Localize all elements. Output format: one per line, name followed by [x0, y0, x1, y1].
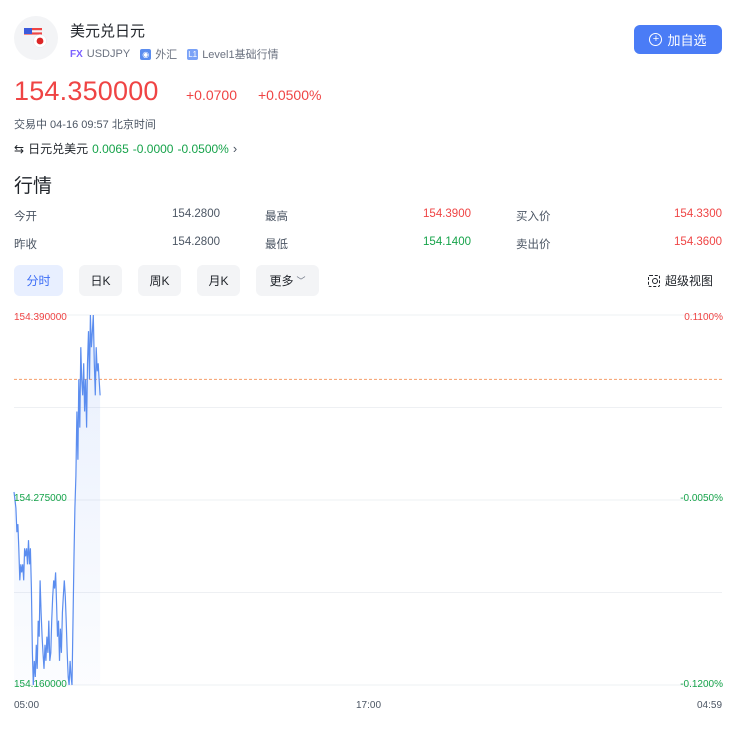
low-value: 154.1400: [423, 236, 471, 248]
y-right-bottom-label: -0.1200%: [680, 679, 723, 690]
y-left-mid-label: 154.275000: [14, 493, 67, 504]
prev-close-label: 昨收: [14, 239, 37, 251]
low-label: 最低: [265, 239, 288, 251]
level-icon: L1: [187, 48, 199, 60]
trading-status: 交易中 04-16 09:57 北京时间: [14, 119, 156, 131]
symbol-code: USDJPY: [86, 48, 131, 60]
chevron-down-icon: ﹀: [296, 276, 306, 286]
super-view-button[interactable]: 超级视图: [648, 272, 713, 289]
chevron-right-icon: ›: [232, 141, 238, 156]
reverse-label: 日元兑美元: [28, 142, 89, 156]
open-label: 今开: [14, 211, 37, 223]
add-watchlist-label: 加自选: [667, 33, 707, 48]
tab-intraday[interactable]: 分时: [14, 265, 63, 296]
high-label: 最高: [265, 211, 288, 223]
y-right-mid-label: -0.0050%: [680, 493, 723, 504]
price-change: +0.0700: [186, 87, 237, 103]
ask-label: 卖出价: [516, 239, 551, 251]
market-section-title: 行情: [14, 176, 53, 197]
reverse-price: 0.0065: [92, 141, 129, 156]
tab-more-label: 更多: [269, 274, 294, 288]
x-mid-label: 17:00: [356, 700, 382, 711]
y-left-top-label: 154.390000: [14, 312, 67, 323]
open-value: 154.2800: [172, 208, 220, 220]
y-left-bottom-label: 154.160000: [14, 679, 67, 690]
last-price: 154.350000: [14, 76, 159, 106]
super-view-label: 超级视图: [665, 274, 714, 288]
prev-close-value: 154.2800: [172, 236, 220, 248]
tab-weekly-k[interactable]: 周K: [138, 265, 181, 296]
tab-daily-k[interactable]: 日K: [79, 265, 122, 296]
swap-icon: ⇆: [14, 141, 25, 156]
market-label: 外汇: [155, 49, 178, 61]
plus-circle-icon: +: [649, 33, 663, 46]
price-change-pct: +0.0500%: [258, 87, 322, 103]
us-jp-flag-icon: [14, 16, 58, 60]
intraday-chart[interactable]: [0, 300, 750, 720]
x-start-label: 05:00: [14, 700, 40, 711]
y-right-top-label: 0.1100%: [684, 312, 723, 323]
reverse-change-pct: -0.0500%: [177, 141, 229, 156]
fullscreen-icon: [648, 274, 660, 287]
tab-more[interactable]: 更多 ﹀: [256, 265, 319, 296]
add-watchlist-button[interactable]: + 加自选: [634, 25, 722, 54]
market-icon: ◉: [140, 48, 152, 60]
instrument-title: 美元兑日元: [70, 23, 146, 40]
x-end-label: 04:59: [697, 700, 723, 711]
instrument-tags: FX USDJPY ◉ 外汇 L1 Level1基础行情: [70, 46, 279, 62]
ask-value: 154.3600: [674, 236, 722, 248]
high-value: 154.3900: [423, 208, 471, 220]
bid-value: 154.3300: [674, 208, 722, 220]
tab-monthly-k[interactable]: 月K: [197, 265, 240, 296]
fx-badge: FX: [70, 48, 83, 60]
bid-label: 买入价: [516, 211, 551, 223]
level-label: Level1基础行情: [202, 49, 279, 61]
reverse-quote-link[interactable]: ⇆ 日元兑美元 0.0065 -0.0000 -0.0500% ›: [14, 140, 237, 157]
reverse-change: -0.0000: [132, 141, 174, 156]
